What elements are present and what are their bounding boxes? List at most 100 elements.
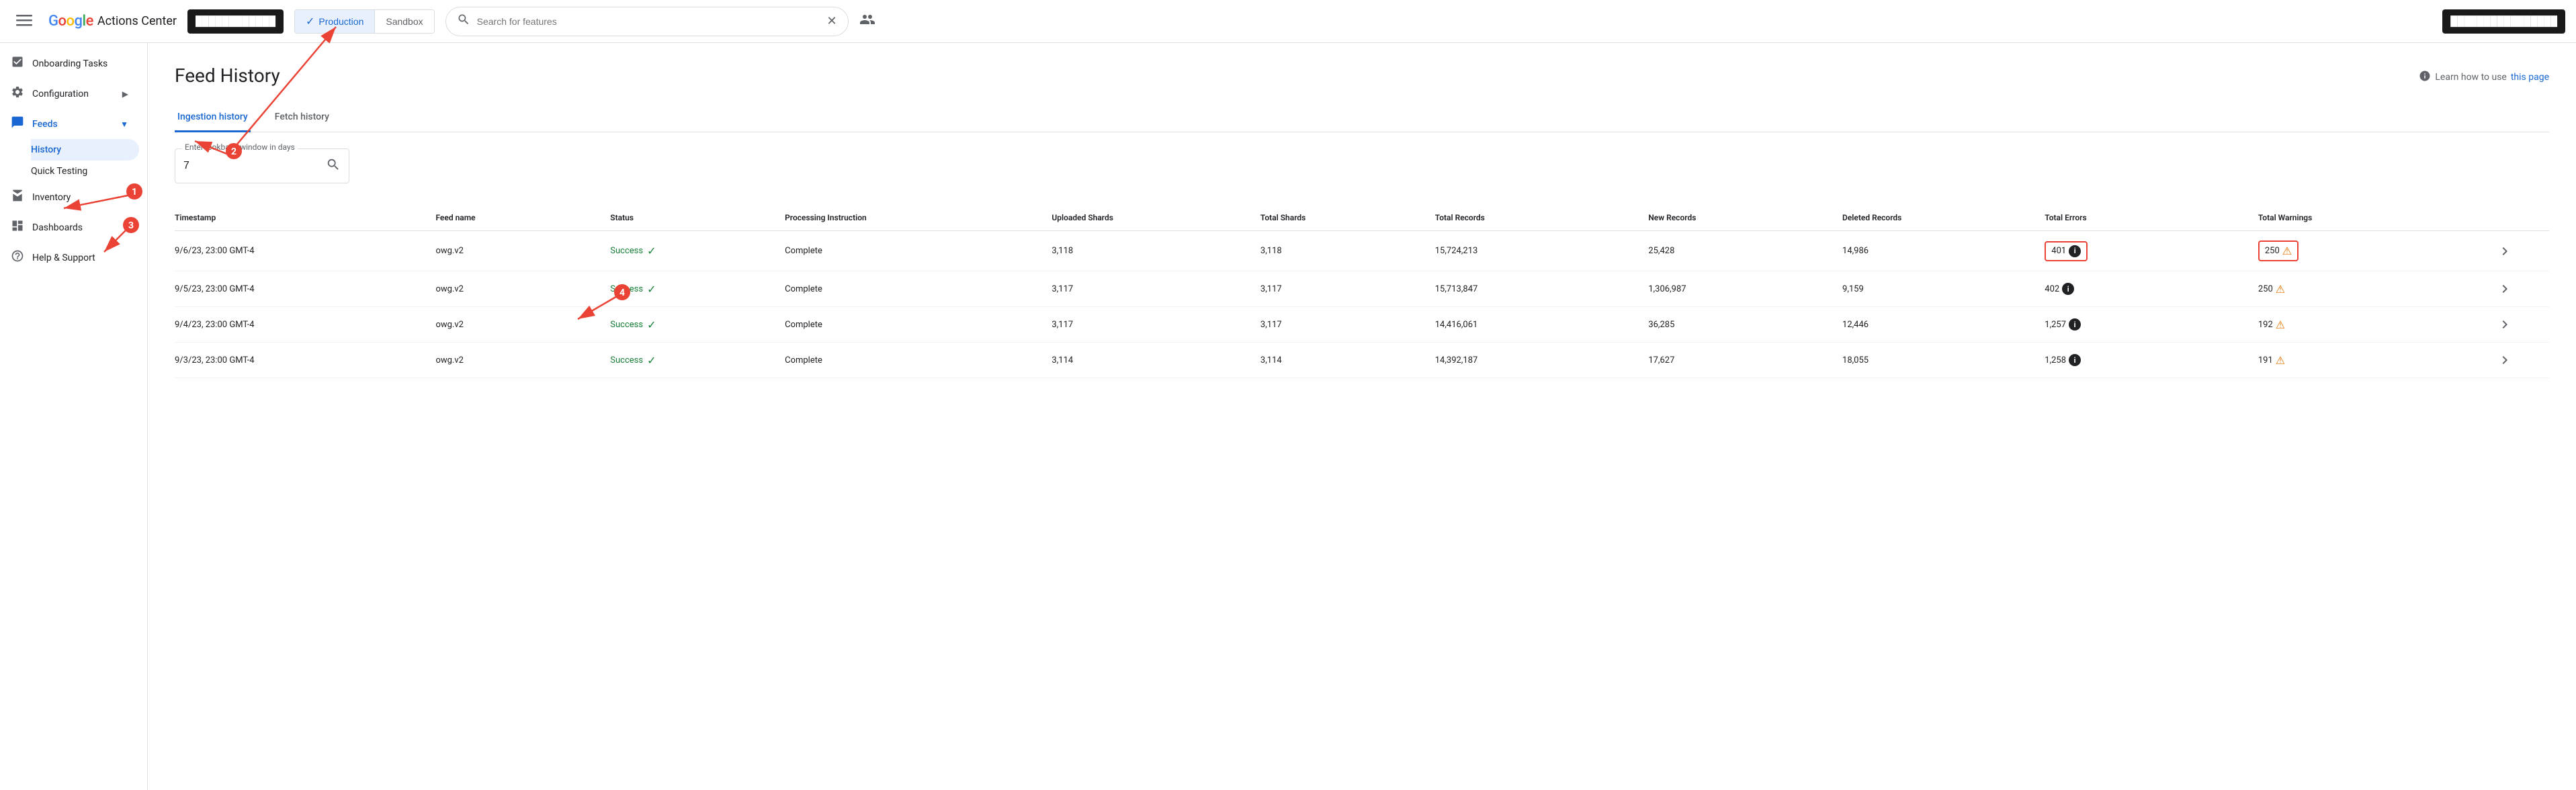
error-info-icon[interactable]: i	[2062, 283, 2074, 295]
cell-timestamp: 9/6/23, 23:00 GMT-4	[175, 231, 435, 271]
cell-deleted-records: 14,986	[1842, 231, 2045, 271]
status-success: Success ✓	[610, 283, 774, 296]
row-detail-arrow[interactable]	[2471, 243, 2538, 259]
th-feed-name: Feed name	[435, 205, 610, 231]
cell-uploaded-shards: 3,117	[1051, 307, 1260, 343]
help-icon	[11, 249, 24, 266]
configuration-icon	[11, 85, 24, 102]
cell-total-warnings: 191 ⚠	[2258, 343, 2472, 378]
cell-deleted-records: 12,446	[1842, 307, 2045, 343]
page-header: Feed History Learn how to use this page	[175, 64, 2549, 87]
warning-icon: ⚠	[2282, 245, 2292, 257]
th-processing-instruction: Processing Instruction	[785, 205, 1051, 231]
lookback-search-button[interactable]	[326, 157, 341, 175]
cell-total-warnings: 192 ⚠	[2258, 307, 2472, 343]
row-detail-arrow[interactable]	[2471, 316, 2538, 333]
sidebar-item-history[interactable]: History	[31, 139, 139, 161]
cell-uploaded-shards: 3,114	[1051, 343, 1260, 378]
error-count: 402 i	[2045, 283, 2074, 295]
cell-processing-instruction: Complete	[785, 271, 1051, 307]
cell-total-shards: 3,118	[1260, 231, 1435, 271]
th-action	[2471, 205, 2549, 231]
account-selector[interactable]: ████████████	[187, 9, 284, 34]
cell-feed-name: owg.v2	[435, 307, 610, 343]
lookback-label: Enter lookback window in days	[182, 142, 298, 152]
cell-total-errors: 1,258 i	[2045, 343, 2258, 378]
cell-uploaded-shards: 3,118	[1051, 231, 1260, 271]
error-info-icon[interactable]: i	[2069, 318, 2081, 331]
sidebar-item-help[interactable]: Help & Support	[0, 243, 139, 273]
status-success: Success ✓	[610, 245, 774, 257]
cell-feed-name: owg.v2	[435, 231, 610, 271]
th-total-warnings: Total Warnings	[2258, 205, 2472, 231]
cell-total-records: 15,724,213	[1435, 231, 1649, 271]
table-row: 9/4/23, 23:00 GMT-4 owg.v2 Success ✓ Com…	[175, 307, 2549, 343]
row-detail-arrow[interactable]	[2471, 352, 2538, 368]
row-detail-arrow[interactable]	[2471, 281, 2538, 297]
status-success: Success ✓	[610, 318, 774, 331]
user-settings-icon[interactable]	[859, 11, 875, 32]
sidebar-item-configuration[interactable]: Configuration ▶	[0, 79, 139, 109]
cell-deleted-records: 18,055	[1842, 343, 2045, 378]
cell-total-warnings: 250 ⚠	[2258, 231, 2472, 271]
cell-timestamp: 9/3/23, 23:00 GMT-4	[175, 343, 435, 378]
learn-link-container: Learn how to use this page	[2419, 70, 2549, 85]
lookback-input[interactable]: 7	[183, 160, 326, 172]
cell-total-records: 14,416,061	[1435, 307, 1649, 343]
onboarding-icon	[11, 55, 24, 72]
warning-count: 250 ⚠	[2258, 283, 2285, 296]
sidebar-item-label: Feeds	[32, 119, 58, 130]
info-icon	[2419, 70, 2431, 85]
sidebar-item-dashboards[interactable]: Dashboards	[0, 212, 139, 243]
app-logo[interactable]: Google Actions Center	[48, 13, 177, 30]
menu-icon[interactable]	[11, 7, 38, 36]
cell-total-records: 14,392,187	[1435, 343, 1649, 378]
sidebar-item-label: Onboarding Tasks	[32, 58, 108, 69]
cell-status: Success ✓	[610, 307, 785, 343]
sidebar-item-quick-testing[interactable]: Quick Testing	[31, 161, 139, 182]
cell-action[interactable]	[2471, 231, 2549, 271]
error-info-icon[interactable]: i	[2069, 354, 2081, 366]
cell-new-records: 1,306,987	[1648, 271, 1842, 307]
tab-ingestion-history[interactable]: Ingestion history	[175, 103, 251, 132]
sidebar-item-feeds[interactable]: Feeds ▼	[0, 109, 139, 139]
lookback-container: Enter lookback window in days 7	[175, 148, 2549, 183]
google-wordmark: Google	[48, 13, 93, 30]
th-total-errors: Total Errors	[2045, 205, 2258, 231]
check-icon: ✓	[647, 354, 656, 367]
warning-icon: ⚠	[2276, 354, 2285, 367]
error-info-icon[interactable]: i	[2069, 245, 2081, 257]
th-new-records: New Records	[1648, 205, 1842, 231]
cell-action[interactable]	[2471, 307, 2549, 343]
search-input[interactable]	[477, 16, 820, 27]
page-title: Feed History	[175, 64, 280, 87]
error-count: 1,257 i	[2045, 318, 2081, 331]
warning-count: 192 ⚠	[2258, 318, 2285, 331]
tab-fetch-history[interactable]: Fetch history	[272, 103, 332, 132]
check-icon: ✓	[306, 15, 314, 28]
learn-page-link[interactable]: this page	[2511, 72, 2549, 83]
sidebar-item-onboarding[interactable]: Onboarding Tasks	[0, 48, 139, 79]
sidebar-item-label: Configuration	[32, 89, 89, 99]
topbar: Google Actions Center ████████████ ✓ Pro…	[0, 0, 2576, 43]
table-row: 9/5/23, 23:00 GMT-4 owg.v2 Success ✓ Com…	[175, 271, 2549, 307]
cell-total-shards: 3,117	[1260, 271, 1435, 307]
env-switcher: ✓ Production Sandbox	[294, 9, 435, 34]
cell-action[interactable]	[2471, 343, 2549, 378]
check-icon: ✓	[647, 318, 656, 331]
topbar-right-account[interactable]: ████████████████	[2442, 9, 2565, 34]
sandbox-tab[interactable]: Sandbox	[375, 10, 433, 33]
cell-total-records: 15,713,847	[1435, 271, 1649, 307]
production-tab[interactable]: ✓ Production	[295, 10, 374, 33]
cell-new-records: 36,285	[1648, 307, 1842, 343]
cell-timestamp: 9/4/23, 23:00 GMT-4	[175, 307, 435, 343]
sidebar: Onboarding Tasks Configuration ▶ Feeds ▼…	[0, 43, 148, 790]
dashboards-icon	[11, 219, 24, 236]
search-clear-icon[interactable]: ✕	[827, 14, 837, 28]
sidebar-item-inventory[interactable]: Inventory	[0, 182, 139, 212]
cell-processing-instruction: Complete	[785, 231, 1051, 271]
cell-action[interactable]	[2471, 271, 2549, 307]
feeds-submenu: History Quick Testing	[0, 139, 147, 182]
th-deleted-records: Deleted Records	[1842, 205, 2045, 231]
feeds-icon	[11, 116, 24, 132]
